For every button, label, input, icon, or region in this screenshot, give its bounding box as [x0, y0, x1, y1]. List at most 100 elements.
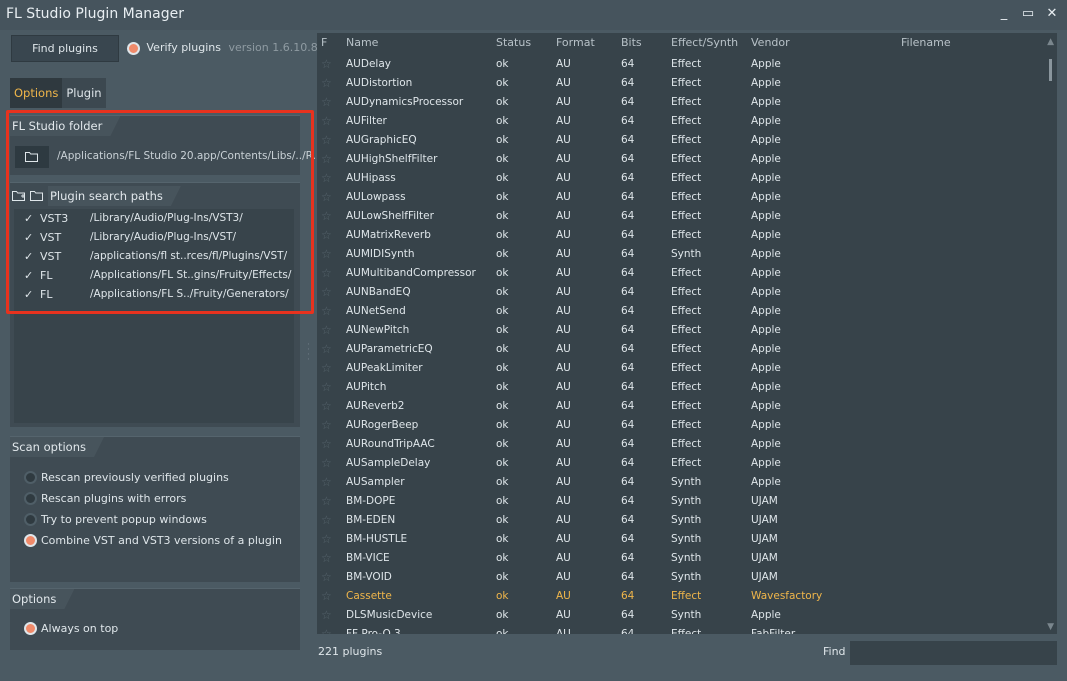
list-item[interactable]: ✓ VST/applications/fl st..rces/fl/Plugins…: [14, 247, 294, 266]
table-row[interactable]: ☆ AUNewPitch ok AU 64 Effect Apple: [317, 321, 1043, 340]
checkmark-icon[interactable]: ✓: [24, 228, 33, 247]
favorite-star-icon[interactable]: ☆: [321, 378, 332, 397]
table-row[interactable]: ☆ BM-HUSTLE ok AU 64 Synth UJAM: [317, 530, 1043, 549]
scroll-down-icon[interactable]: ▼: [1047, 622, 1054, 632]
favorite-star-icon[interactable]: ☆: [321, 397, 332, 416]
favorite-star-icon[interactable]: ☆: [321, 264, 332, 283]
remove-folder-icon[interactable]: [30, 190, 44, 202]
favorite-star-icon[interactable]: ☆: [321, 549, 332, 568]
scroll-up-icon[interactable]: ▲: [1047, 37, 1054, 47]
maximize-icon[interactable]: ▭: [1021, 6, 1035, 22]
list-item[interactable]: ✓ FL/Applications/FL St..gins/Fruity/Effe…: [14, 266, 294, 285]
table-row[interactable]: ☆ AURogerBeep ok AU 64 Effect Apple: [317, 416, 1043, 435]
verify-plugins-toggle[interactable]: Verify plugins version 1.6.10.880: [127, 41, 332, 55]
favorite-star-icon[interactable]: ☆: [321, 93, 332, 112]
favorite-star-icon[interactable]: ☆: [321, 625, 332, 634]
table-row[interactable]: ☆ AUNetSend ok AU 64 Effect Apple: [317, 302, 1043, 321]
table-row[interactable]: ☆ AULowpass ok AU 64 Effect Apple: [317, 188, 1043, 207]
scan-option-prevent-popups[interactable]: Try to prevent popup windows: [10, 509, 300, 530]
table-row[interactable]: ☆ AUMatrixReverb ok AU 64 Effect Apple: [317, 226, 1043, 245]
splitter-handle[interactable]: · · · ·: [307, 341, 310, 365]
favorite-star-icon[interactable]: ☆: [321, 454, 332, 473]
table-row[interactable]: ☆ AUHipass ok AU 64 Effect Apple: [317, 169, 1043, 188]
radio-icon[interactable]: [24, 622, 37, 635]
table-row[interactable]: ☆ AUSampleDelay ok AU 64 Effect Apple: [317, 454, 1043, 473]
scan-option-combine-vst[interactable]: Combine VST and VST3 versions of a plugi…: [10, 530, 300, 551]
table-row[interactable]: ☆ AUMultibandCompressor ok AU 64 Effect Apple: [317, 264, 1043, 283]
favorite-star-icon[interactable]: ☆: [321, 530, 332, 549]
favorite-star-icon[interactable]: ☆: [321, 112, 332, 131]
scan-option-rescan-errors[interactable]: Rescan plugins with errors: [10, 488, 300, 509]
favorite-star-icon[interactable]: ☆: [321, 55, 332, 74]
col-header-format[interactable]: Format: [556, 36, 595, 49]
table-row[interactable]: ☆ AUHighShelfFilter ok AU 64 Effect Apple: [317, 150, 1043, 169]
favorite-star-icon[interactable]: ☆: [321, 150, 332, 169]
col-header-type[interactable]: Effect/Synth: [671, 36, 738, 49]
favorite-star-icon[interactable]: ☆: [321, 283, 332, 302]
radio-icon[interactable]: [24, 471, 37, 484]
col-header-f[interactable]: F: [321, 36, 327, 49]
table-row[interactable]: ☆ AUReverb2 ok AU 64 Effect Apple: [317, 397, 1043, 416]
table-row[interactable]: ☆ BM-EDEN ok AU 64 Synth UJAM: [317, 511, 1043, 530]
col-header-vendor[interactable]: Vendor: [751, 36, 790, 49]
table-row[interactable]: ☆ FF Pro-Q 3 ok AU 64 Effect FabFilter: [317, 625, 1043, 634]
col-header-filename[interactable]: Filename: [901, 36, 951, 49]
table-row[interactable]: ☆ BM-DOPE ok AU 64 Synth UJAM: [317, 492, 1043, 511]
add-folder-icon[interactable]: [12, 190, 26, 202]
favorite-star-icon[interactable]: ☆: [321, 226, 332, 245]
table-row[interactable]: ☆ AUParametricEQ ok AU 64 Effect Apple: [317, 340, 1043, 359]
table-row[interactable]: ☆ DLSMusicDevice ok AU 64 Synth Apple: [317, 606, 1043, 625]
checkmark-icon[interactable]: ✓: [24, 266, 33, 285]
favorite-star-icon[interactable]: ☆: [321, 340, 332, 359]
list-item[interactable]: ✓ VST/Library/Audio/Plug-Ins/VST/: [14, 228, 294, 247]
favorite-star-icon[interactable]: ☆: [321, 492, 332, 511]
table-row[interactable]: ☆ Cassette ok AU 64 Effect Wavesfactory: [317, 587, 1043, 606]
table-row[interactable]: ☆ BM-VICE ok AU 64 Synth UJAM: [317, 549, 1043, 568]
favorite-star-icon[interactable]: ☆: [321, 321, 332, 340]
favorite-star-icon[interactable]: ☆: [321, 207, 332, 226]
table-row[interactable]: ☆ AUSampler ok AU 64 Synth Apple: [317, 473, 1043, 492]
minimize-icon[interactable]: _: [997, 6, 1011, 22]
table-row[interactable]: ☆ AUPeakLimiter ok AU 64 Effect Apple: [317, 359, 1043, 378]
table-row[interactable]: ☆ AURoundTripAAC ok AU 64 Effect Apple: [317, 435, 1043, 454]
favorite-star-icon[interactable]: ☆: [321, 302, 332, 321]
list-item[interactable]: ✓ FL/Applications/FL S../Fruity/Generator…: [14, 285, 294, 304]
browse-folder-button[interactable]: [15, 146, 49, 168]
col-header-name[interactable]: Name: [346, 36, 378, 49]
favorite-star-icon[interactable]: ☆: [321, 359, 332, 378]
table-row[interactable]: ☆ AUPitch ok AU 64 Effect Apple: [317, 378, 1043, 397]
table-row[interactable]: ☆ AUDistortion ok AU 64 Effect Apple: [317, 74, 1043, 93]
table-row[interactable]: ☆ AUMIDISynth ok AU 64 Synth Apple: [317, 245, 1043, 264]
favorite-star-icon[interactable]: ☆: [321, 511, 332, 530]
scan-option-rescan-verified[interactable]: Rescan previously verified plugins: [10, 467, 300, 488]
col-header-status[interactable]: Status: [496, 36, 531, 49]
checkmark-icon[interactable]: ✓: [24, 285, 33, 304]
checkmark-icon[interactable]: ✓: [24, 209, 33, 228]
table-row[interactable]: ☆ AUFilter ok AU 64 Effect Apple: [317, 112, 1043, 131]
table-row[interactable]: ☆ BM-VOID ok AU 64 Synth UJAM: [317, 568, 1043, 587]
favorite-star-icon[interactable]: ☆: [321, 188, 332, 207]
radio-icon[interactable]: [24, 492, 37, 505]
col-header-bits[interactable]: Bits: [621, 36, 642, 49]
table-row[interactable]: ☆ AUDelay ok AU 64 Effect Apple: [317, 55, 1043, 74]
table-row[interactable]: ☆ AUGraphicEQ ok AU 64 Effect Apple: [317, 131, 1043, 150]
close-icon[interactable]: ✕: [1045, 6, 1059, 22]
find-input[interactable]: [850, 641, 1057, 665]
option-always-on-top[interactable]: Always on top: [10, 618, 300, 639]
table-row[interactable]: ☆ AUNBandEQ ok AU 64 Effect Apple: [317, 283, 1043, 302]
radio-icon[interactable]: [24, 513, 37, 526]
find-plugins-button[interactable]: Find plugins: [11, 35, 119, 62]
tab-options[interactable]: Options: [10, 78, 63, 108]
radio-icon[interactable]: [24, 534, 37, 547]
favorite-star-icon[interactable]: ☆: [321, 587, 332, 606]
checkmark-icon[interactable]: ✓: [24, 247, 33, 266]
verify-radio-icon[interactable]: [127, 41, 140, 55]
table-row[interactable]: ☆ AUDynamicsProcessor ok AU 64 Effect Apple: [317, 93, 1043, 112]
scrollbar[interactable]: ▲ ▼: [1044, 33, 1057, 634]
favorite-star-icon[interactable]: ☆: [321, 169, 332, 188]
tab-plugin[interactable]: Plugin: [62, 78, 105, 108]
list-item[interactable]: ✓ VST3/Library/Audio/Plug-Ins/VST3/: [14, 209, 294, 228]
favorite-star-icon[interactable]: ☆: [321, 435, 332, 454]
favorite-star-icon[interactable]: ☆: [321, 245, 332, 264]
favorite-star-icon[interactable]: ☆: [321, 416, 332, 435]
